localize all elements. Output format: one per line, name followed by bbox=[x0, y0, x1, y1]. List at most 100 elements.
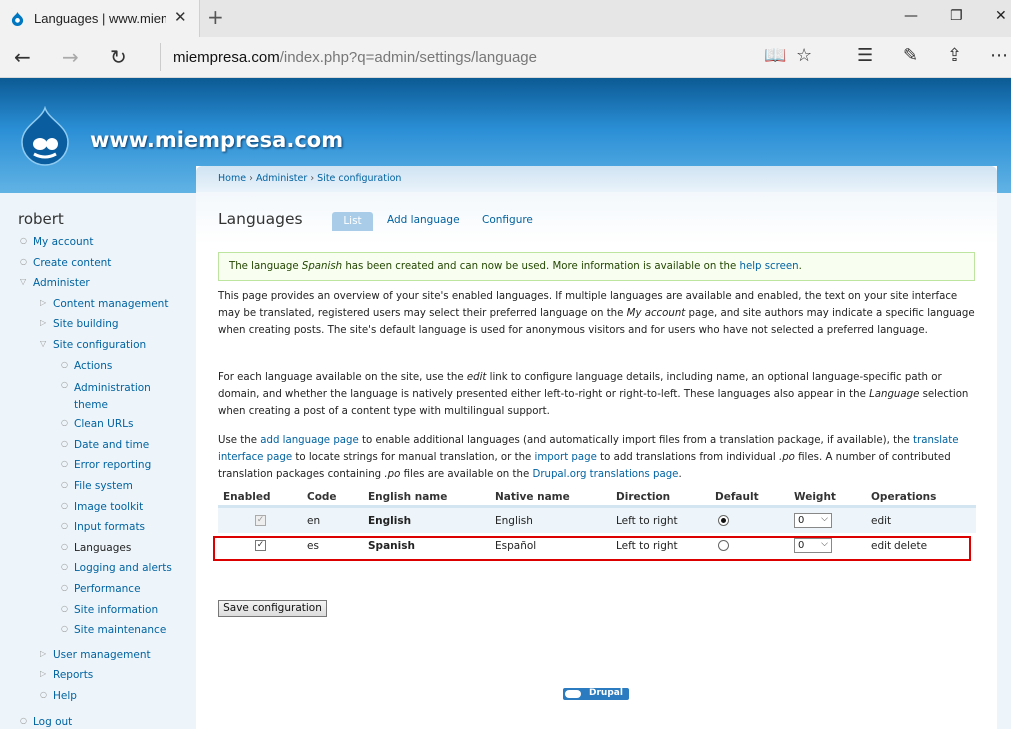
sidebar-item-label[interactable]: Create content bbox=[33, 257, 111, 269]
header-native-name: Native name bbox=[495, 491, 570, 503]
sidebar-item-label[interactable]: Date and time bbox=[74, 439, 149, 451]
sidebar-item[interactable]: ○ Log out bbox=[0, 713, 195, 729]
cell-english-name: English bbox=[368, 515, 412, 527]
sidebar-item-label[interactable]: Administer bbox=[33, 277, 90, 289]
sidebar-item-label[interactable]: Administration theme bbox=[74, 380, 164, 414]
sidebar-item[interactable]: ▷ Reports bbox=[0, 666, 195, 687]
sidebar-item[interactable]: ○ Input formats bbox=[0, 518, 195, 539]
refresh-icon[interactable]: ↻ bbox=[110, 45, 127, 69]
help-screen-link[interactable]: help screen bbox=[739, 261, 798, 272]
forward-icon[interactable]: → bbox=[62, 45, 79, 69]
edit-link[interactable]: edit bbox=[871, 515, 891, 527]
sidebar-item[interactable]: ○ Error reporting bbox=[0, 456, 195, 477]
import-page-link[interactable]: import page bbox=[535, 452, 597, 463]
sidebar-item-label[interactable]: Languages bbox=[74, 542, 131, 554]
close-tab-icon[interactable]: ✕ bbox=[174, 8, 187, 26]
bullet-icon: ○ bbox=[61, 459, 68, 469]
reading-view-icon[interactable]: 📖 bbox=[764, 45, 786, 66]
sidebar-item[interactable]: ○ Administration theme bbox=[0, 377, 195, 415]
tab-configure[interactable]: Configure bbox=[482, 214, 533, 226]
table-header: Enabled Code English name Native name Di… bbox=[218, 488, 976, 508]
breadcrumb-home[interactable]: Home bbox=[218, 173, 246, 184]
sidebar-item[interactable]: ○ Languages bbox=[0, 539, 195, 560]
weight-select[interactable]: 0 ⌵ bbox=[794, 513, 832, 528]
sidebar-item-label[interactable]: File system bbox=[74, 480, 133, 492]
powered-by-drupal-badge[interactable]: Drupal bbox=[563, 688, 629, 700]
cell-native-name: English bbox=[495, 515, 533, 527]
sidebar-item[interactable]: ○ My account bbox=[0, 233, 195, 254]
hub-icon[interactable]: ☰ bbox=[857, 45, 873, 66]
sidebar-item[interactable]: ▷ Site building bbox=[0, 315, 195, 336]
sidebar-item[interactable]: ○ Site maintenance bbox=[0, 621, 195, 642]
drupal-translations-link[interactable]: Drupal.org translations page bbox=[532, 469, 678, 480]
tab-list[interactable]: List bbox=[332, 212, 373, 231]
sidebar-item[interactable]: ○ File system bbox=[0, 477, 195, 498]
browser-tab[interactable]: Languages | www.miemp ✕ bbox=[0, 0, 200, 37]
more-icon[interactable]: ⋯ bbox=[990, 45, 1008, 66]
sidebar-item-label[interactable]: User management bbox=[53, 649, 151, 661]
sidebar-item-label[interactable]: Site information bbox=[74, 604, 158, 616]
url-host: miempresa.com bbox=[173, 49, 280, 66]
sidebar-item[interactable]: ○ Help bbox=[0, 687, 195, 708]
add-language-page-link[interactable]: add language page bbox=[260, 435, 359, 446]
admin-menu: ○ My account ○ Create content ▽ Administer ▷ Co… bbox=[0, 233, 195, 729]
collapsed-icon: ▷ bbox=[40, 669, 47, 679]
sidebar-item-label[interactable]: Site maintenance bbox=[74, 624, 166, 636]
sidebar-item[interactable]: ▽ Administer bbox=[0, 274, 195, 295]
sidebar-item[interactable]: ▽ Site configuration bbox=[0, 336, 195, 357]
sidebar-item[interactable]: ○ Create content bbox=[0, 254, 195, 275]
sidebar-item-label[interactable]: Actions bbox=[74, 360, 112, 372]
help-paragraph-overview: This page provides an overview of your s… bbox=[218, 291, 975, 336]
sidebar-item[interactable]: ○ Site information bbox=[0, 601, 195, 622]
sidebar-item-label[interactable]: Log out bbox=[33, 716, 72, 728]
sidebar-item-label[interactable]: Reports bbox=[53, 669, 93, 681]
back-icon[interactable]: ← bbox=[14, 45, 31, 69]
sidebar-item[interactable]: ○ Logging and alerts bbox=[0, 559, 195, 580]
default-radio[interactable] bbox=[718, 515, 729, 526]
sidebar-item[interactable]: ○ Date and time bbox=[0, 436, 195, 457]
bullet-icon: ○ bbox=[61, 603, 68, 613]
sidebar-item[interactable]: ○ Clean URLs bbox=[0, 415, 195, 436]
header-default: Default bbox=[715, 491, 759, 503]
url-input[interactable]: miempresa.com/index.php?q=admin/settings… bbox=[160, 43, 750, 71]
tab-add-language[interactable]: Add language bbox=[387, 214, 460, 226]
sidebar-item-label[interactable]: Content management bbox=[53, 298, 168, 310]
sidebar-item[interactable]: ○ Actions bbox=[0, 357, 195, 378]
sidebar-item-label[interactable]: Site building bbox=[53, 318, 119, 330]
site-name[interactable]: www.miempresa.com bbox=[90, 128, 343, 152]
restore-icon[interactable]: ❐ bbox=[950, 8, 963, 24]
window-close-icon[interactable]: ✕ bbox=[995, 8, 1007, 24]
sidebar-item[interactable]: ▷ User management bbox=[0, 646, 195, 667]
sidebar-item-label[interactable]: Error reporting bbox=[74, 459, 151, 471]
sidebar-item-label[interactable]: Input formats bbox=[74, 521, 145, 533]
bullet-icon: ○ bbox=[61, 582, 68, 592]
table-row: ✓ en English English Left to right 0 ⌵ ed… bbox=[218, 508, 976, 533]
sidebar-item-label[interactable]: Help bbox=[53, 690, 77, 702]
new-tab-icon[interactable]: + bbox=[207, 5, 224, 29]
chevron-down-icon: ⌵ bbox=[821, 514, 828, 524]
enabled-checkbox[interactable]: ✓ bbox=[255, 515, 266, 526]
drupal-logo-icon[interactable] bbox=[18, 106, 72, 166]
header-enabled: Enabled bbox=[223, 491, 271, 503]
sidebar-item-label[interactable]: Image toolkit bbox=[74, 501, 143, 513]
sidebar-item-label[interactable]: Logging and alerts bbox=[74, 562, 172, 574]
breadcrumb-administer[interactable]: Administer bbox=[256, 173, 307, 184]
favorite-star-icon[interactable]: ☆ bbox=[796, 45, 812, 66]
notes-icon[interactable]: ✎ bbox=[903, 45, 918, 66]
sidebar-item-label[interactable]: Clean URLs bbox=[74, 418, 133, 430]
drupal-badge-text: Drupal bbox=[589, 688, 623, 698]
sidebar-item[interactable]: ○ Performance bbox=[0, 580, 195, 601]
bullet-icon: ○ bbox=[20, 256, 27, 266]
breadcrumb-site-configuration[interactable]: Site configuration bbox=[317, 173, 401, 184]
sidebar-item[interactable]: ▷ Content management bbox=[0, 295, 195, 316]
collapsed-icon: ▷ bbox=[40, 318, 47, 328]
sidebar-item[interactable]: ○ Image toolkit bbox=[0, 498, 195, 519]
save-configuration-button[interactable]: Save configuration bbox=[218, 600, 327, 617]
minimize-icon[interactable]: — bbox=[904, 8, 918, 24]
breadcrumb-bar: Home › Administer › Site configuration bbox=[196, 166, 997, 192]
sidebar-item-label[interactable]: Site configuration bbox=[53, 339, 146, 351]
sidebar-item-label[interactable]: Performance bbox=[74, 583, 141, 595]
header-direction: Direction bbox=[616, 491, 671, 503]
sidebar-item-label[interactable]: My account bbox=[33, 236, 93, 248]
share-icon[interactable]: ⇪ bbox=[947, 45, 962, 66]
